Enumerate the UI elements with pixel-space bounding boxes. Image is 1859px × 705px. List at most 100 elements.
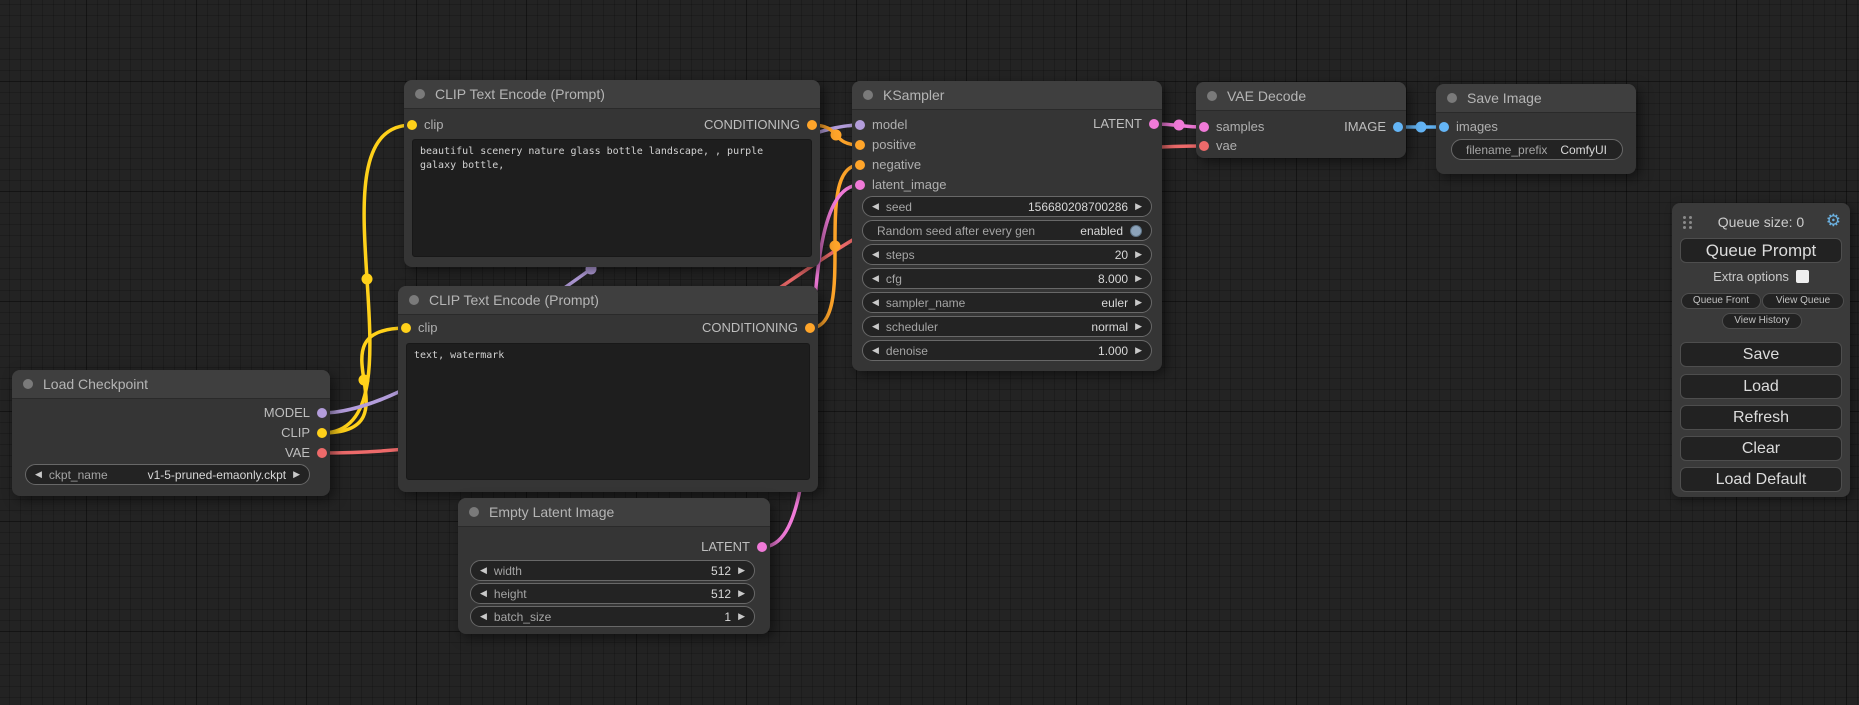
model-output-port[interactable] bbox=[317, 408, 327, 418]
node-ksampler[interactable]: KSampler model positive negative latent_… bbox=[852, 81, 1162, 371]
widget-value: 512 bbox=[711, 564, 731, 578]
extra-options-checkbox[interactable] bbox=[1796, 270, 1809, 283]
input-label-samples: samples bbox=[1216, 117, 1264, 137]
increment-arrow-icon[interactable]: ▶ bbox=[1135, 345, 1142, 356]
toggle-enabled-icon[interactable] bbox=[1130, 225, 1142, 237]
increment-arrow-icon[interactable]: ▶ bbox=[1135, 297, 1142, 308]
denoise-widget[interactable]: ◀ denoise 1.000 ▶ bbox=[862, 340, 1152, 361]
filename-prefix-widget[interactable]: filename_prefix ComfyUI bbox=[1451, 139, 1623, 160]
node-titlebar[interactable]: Load Checkpoint bbox=[12, 370, 330, 399]
node-titlebar[interactable]: CLIP Text Encode (Prompt) bbox=[398, 286, 818, 315]
steps-widget[interactable]: ◀ steps 20 ▶ bbox=[862, 244, 1152, 265]
latent-output-port[interactable] bbox=[757, 542, 767, 552]
node-titlebar[interactable]: VAE Decode bbox=[1196, 82, 1406, 111]
node-titlebar[interactable]: KSampler bbox=[852, 81, 1162, 110]
widget-label: filename_prefix bbox=[1466, 143, 1547, 157]
increment-arrow-icon[interactable]: ▶ bbox=[1135, 249, 1142, 260]
node-titlebar[interactable]: CLIP Text Encode (Prompt) bbox=[404, 80, 820, 109]
node-titlebar[interactable]: Empty Latent Image bbox=[458, 498, 770, 527]
extra-options-row: Extra options bbox=[1672, 269, 1850, 285]
node-title: VAE Decode bbox=[1227, 88, 1306, 104]
random-seed-widget[interactable]: Random seed after every gen enabled bbox=[862, 220, 1152, 241]
vae-output-port[interactable] bbox=[317, 448, 327, 458]
node-collapse-dot-icon[interactable] bbox=[863, 90, 873, 100]
node-load-checkpoint[interactable]: Load Checkpoint MODEL CLIP VAE ◀ ckpt_na… bbox=[12, 370, 330, 496]
decrement-arrow-icon[interactable]: ◀ bbox=[480, 611, 487, 622]
latent-image-input-port[interactable] bbox=[855, 180, 865, 190]
node-clip-text-encode-positive[interactable]: CLIP Text Encode (Prompt) clip CONDITION… bbox=[404, 80, 820, 267]
positive-prompt-textarea[interactable]: beautiful scenery nature glass bottle la… bbox=[412, 139, 812, 257]
view-queue-button[interactable]: View Queue bbox=[1762, 293, 1844, 309]
widget-label: Random seed after every gen bbox=[877, 224, 1035, 238]
cfg-widget[interactable]: ◀ cfg 8.000 ▶ bbox=[862, 268, 1152, 289]
decrement-arrow-icon[interactable]: ◀ bbox=[872, 321, 879, 332]
increment-arrow-icon[interactable]: ▶ bbox=[293, 469, 300, 480]
view-history-button[interactable]: View History bbox=[1722, 313, 1802, 329]
node-collapse-dot-icon[interactable] bbox=[409, 295, 419, 305]
increment-arrow-icon[interactable]: ▶ bbox=[738, 565, 745, 576]
decrement-arrow-icon[interactable]: ◀ bbox=[480, 588, 487, 599]
node-collapse-dot-icon[interactable] bbox=[23, 379, 33, 389]
clip-output-port[interactable] bbox=[317, 428, 327, 438]
height-widget[interactable]: ◀ height 512 ▶ bbox=[470, 583, 755, 604]
increment-arrow-icon[interactable]: ▶ bbox=[738, 611, 745, 622]
input-label-model: model bbox=[872, 115, 907, 135]
images-input-port[interactable] bbox=[1439, 122, 1449, 132]
model-input-port[interactable] bbox=[855, 120, 865, 130]
widget-label: seed bbox=[886, 200, 912, 214]
queue-panel[interactable]: Queue size: 0 ⚙ Queue Prompt Extra optio… bbox=[1672, 203, 1850, 497]
output-label-vae: VAE bbox=[285, 443, 310, 463]
load-default-button[interactable]: Load Default bbox=[1680, 467, 1842, 492]
width-widget[interactable]: ◀ width 512 ▶ bbox=[470, 560, 755, 581]
node-collapse-dot-icon[interactable] bbox=[1447, 93, 1457, 103]
load-button[interactable]: Load bbox=[1680, 374, 1842, 399]
node-title: Load Checkpoint bbox=[43, 376, 148, 392]
link-midpoint-dot bbox=[830, 241, 841, 252]
widget-label: height bbox=[494, 587, 527, 601]
increment-arrow-icon[interactable]: ▶ bbox=[1135, 201, 1142, 212]
decrement-arrow-icon[interactable]: ◀ bbox=[872, 297, 879, 308]
image-output-port[interactable] bbox=[1393, 122, 1403, 132]
clip-input-port[interactable] bbox=[407, 120, 417, 130]
node-collapse-dot-icon[interactable] bbox=[415, 89, 425, 99]
node-empty-latent-image[interactable]: Empty Latent Image LATENT ◀ width 512 ▶ … bbox=[458, 498, 770, 634]
decrement-arrow-icon[interactable]: ◀ bbox=[872, 201, 879, 212]
node-clip-text-encode-negative[interactable]: CLIP Text Encode (Prompt) clip CONDITION… bbox=[398, 286, 818, 492]
negative-prompt-textarea[interactable]: text, watermark bbox=[406, 343, 810, 480]
sampler-name-widget[interactable]: ◀ sampler_name euler ▶ bbox=[862, 292, 1152, 313]
node-vae-decode[interactable]: VAE Decode samples vae IMAGE bbox=[1196, 82, 1406, 158]
decrement-arrow-icon[interactable]: ◀ bbox=[872, 273, 879, 284]
queue-front-button[interactable]: Queue Front bbox=[1681, 293, 1761, 309]
seed-widget[interactable]: ◀ seed 156680208700286 ▶ bbox=[862, 196, 1152, 217]
negative-input-port[interactable] bbox=[855, 160, 865, 170]
node-save-image[interactable]: Save Image images filename_prefix ComfyU… bbox=[1436, 84, 1636, 174]
conditioning-output-port[interactable] bbox=[807, 120, 817, 130]
vae-input-port[interactable] bbox=[1199, 141, 1209, 151]
increment-arrow-icon[interactable]: ▶ bbox=[1135, 273, 1142, 284]
clear-button[interactable]: Clear bbox=[1680, 436, 1842, 461]
decrement-arrow-icon[interactable]: ◀ bbox=[872, 345, 879, 356]
increment-arrow-icon[interactable]: ▶ bbox=[1135, 321, 1142, 332]
clip-input-port[interactable] bbox=[401, 323, 411, 333]
widget-value: 156680208700286 bbox=[1028, 200, 1128, 214]
latent-output-port[interactable] bbox=[1149, 119, 1159, 129]
gear-icon[interactable]: ⚙ bbox=[1826, 211, 1841, 231]
node-titlebar[interactable]: Save Image bbox=[1436, 84, 1636, 113]
ckpt-name-widget[interactable]: ◀ ckpt_name v1-5-pruned-emaonly.ckpt ▶ bbox=[25, 464, 310, 485]
node-graph-canvas[interactable]: Load Checkpoint MODEL CLIP VAE ◀ ckpt_na… bbox=[0, 0, 1859, 705]
queue-size-label: Queue size: 0 bbox=[1672, 213, 1850, 231]
scheduler-widget[interactable]: ◀ scheduler normal ▶ bbox=[862, 316, 1152, 337]
queue-prompt-button[interactable]: Queue Prompt bbox=[1680, 238, 1842, 263]
decrement-arrow-icon[interactable]: ◀ bbox=[872, 249, 879, 260]
batch-size-widget[interactable]: ◀ batch_size 1 ▶ bbox=[470, 606, 755, 627]
node-collapse-dot-icon[interactable] bbox=[1207, 91, 1217, 101]
samples-input-port[interactable] bbox=[1199, 122, 1209, 132]
save-button[interactable]: Save bbox=[1680, 342, 1842, 367]
refresh-button[interactable]: Refresh bbox=[1680, 405, 1842, 430]
decrement-arrow-icon[interactable]: ◀ bbox=[480, 565, 487, 576]
node-collapse-dot-icon[interactable] bbox=[469, 507, 479, 517]
conditioning-output-port[interactable] bbox=[805, 323, 815, 333]
increment-arrow-icon[interactable]: ▶ bbox=[738, 588, 745, 599]
positive-input-port[interactable] bbox=[855, 140, 865, 150]
decrement-arrow-icon[interactable]: ◀ bbox=[35, 469, 42, 480]
